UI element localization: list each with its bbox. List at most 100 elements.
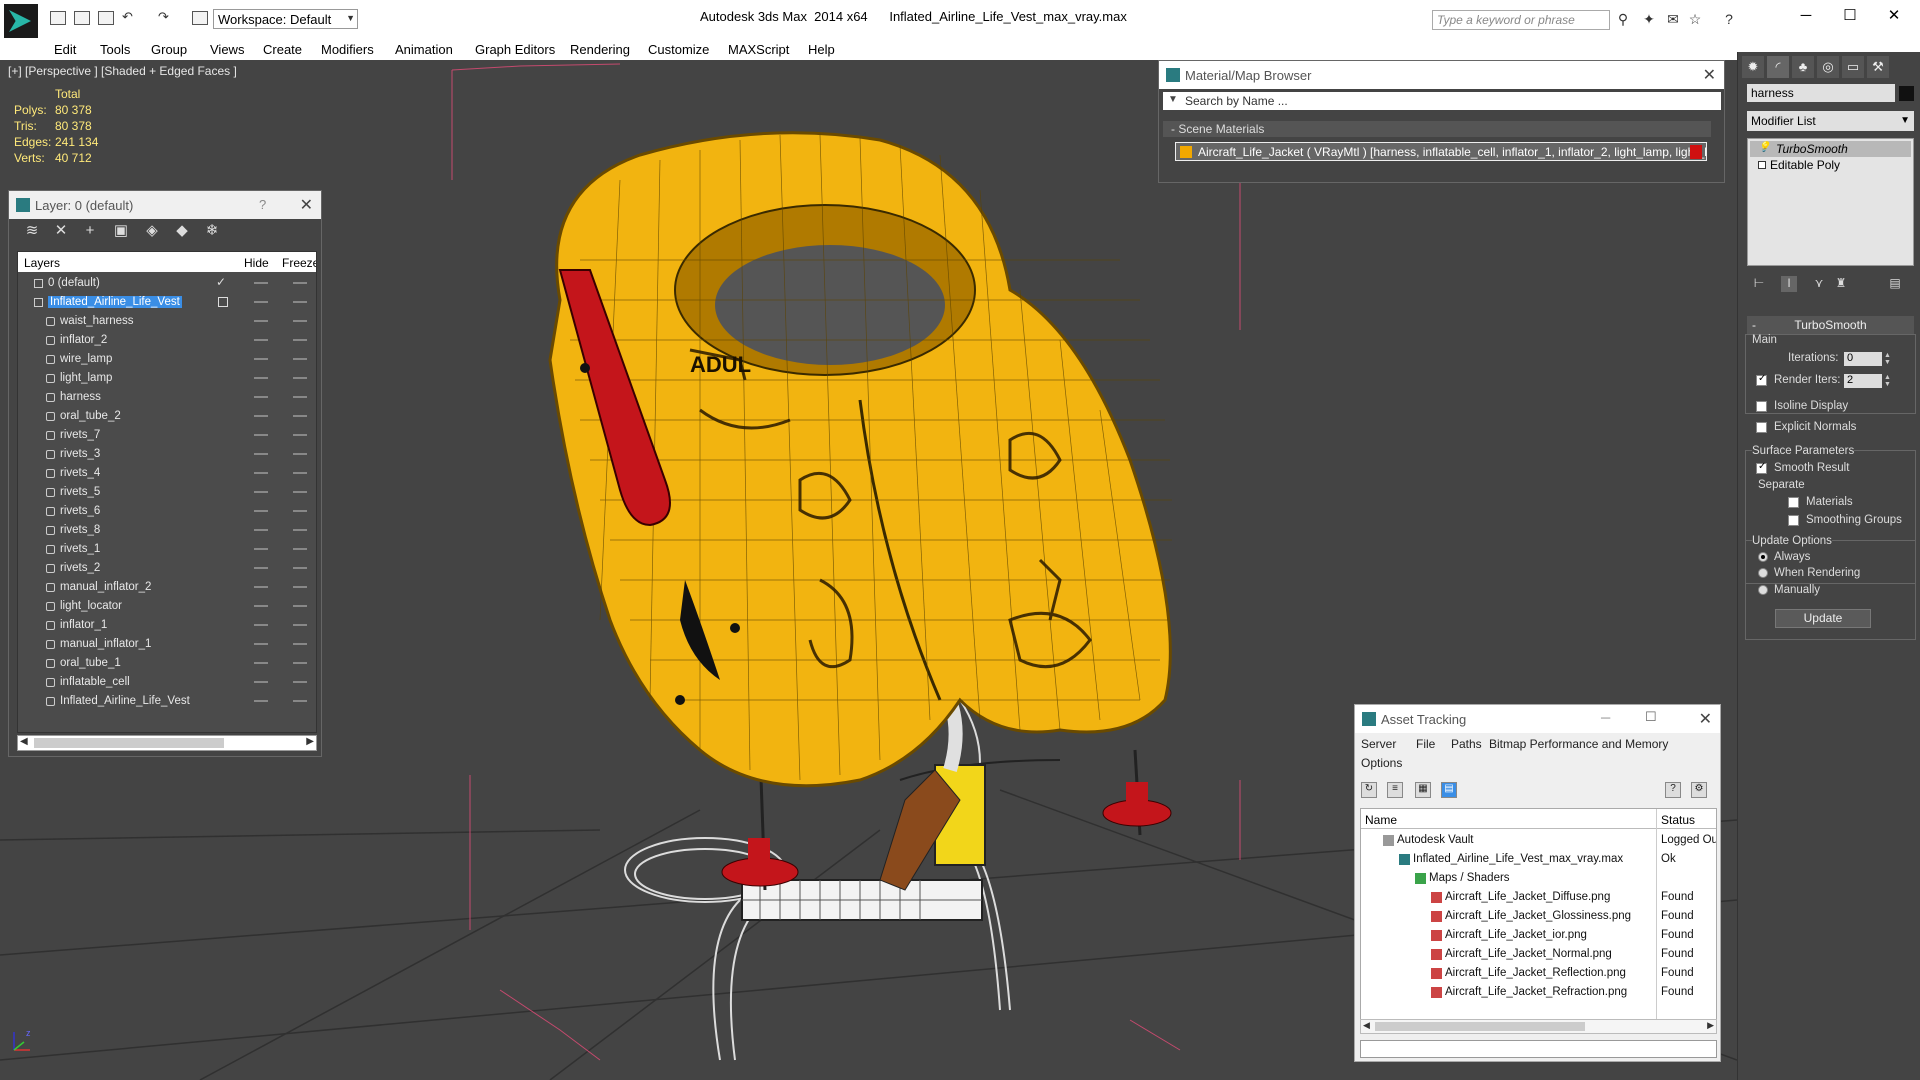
hide-toggle[interactable] [254, 586, 268, 588]
layer-row[interactable]: 0 (default) ✓ [18, 274, 316, 293]
freeze-toggle[interactable] [293, 377, 307, 379]
hide-toggle[interactable] [254, 301, 268, 303]
show-end-result-icon[interactable]: I [1781, 276, 1797, 292]
asset-row[interactable]: Maps / Shaders [1361, 869, 1716, 888]
modifier-list-dropdown[interactable]: Modifier List ▼ [1747, 111, 1914, 131]
stack-item-turbosmooth[interactable]: 💡 TurboSmooth [1750, 141, 1911, 157]
asset-row[interactable]: Inflated_Airline_Life_Vest_max_vray.max O… [1361, 850, 1716, 869]
hide-toggle[interactable] [254, 529, 268, 531]
redo-icon[interactable]: ↷ [158, 10, 174, 25]
column-status[interactable]: Status [1661, 813, 1695, 827]
layer-row[interactable]: waist_harness [18, 312, 316, 331]
configure-sets-icon[interactable]: ▤ [1887, 276, 1903, 292]
spinner-arrows-icon[interactable]: ▲ ▼ [1884, 352, 1892, 366]
menu-help[interactable]: Help [808, 42, 835, 57]
material-item[interactable]: Aircraft_Life_Jacket ( VRayMtl ) [harnes… [1175, 142, 1707, 161]
menu-customize[interactable]: Customize [648, 42, 709, 57]
freeze-toggle[interactable] [293, 586, 307, 588]
scroll-thumb[interactable] [1375, 1022, 1585, 1031]
chevron-down-icon[interactable]: ▼ [1168, 94, 1178, 105]
hide-toggle[interactable] [254, 567, 268, 569]
save-file-icon[interactable] [98, 11, 114, 25]
freeze-layers-icon[interactable]: ❄ [203, 222, 221, 240]
column-hide[interactable]: Hide [244, 256, 269, 270]
layer-row[interactable]: inflator_2 [18, 331, 316, 350]
table-view-icon[interactable]: ▤ [1441, 782, 1457, 798]
material-browser-titlebar[interactable]: Material/Map Browser ✕ [1159, 61, 1724, 89]
asset-menu-paths[interactable]: Paths [1451, 737, 1482, 751]
minimize-button[interactable]: ─ [1792, 4, 1820, 28]
freeze-toggle[interactable] [293, 662, 307, 664]
make-unique-icon[interactable]: ⋎ [1811, 276, 1827, 292]
hide-toggle[interactable] [254, 377, 268, 379]
asset-row[interactable]: Aircraft_Life_Jacket_Diffuse.png Found [1361, 888, 1716, 907]
lightbulb-icon[interactable]: 💡 [1758, 142, 1770, 153]
undo-icon[interactable]: ↶ [122, 10, 138, 25]
asset-path-field[interactable] [1360, 1040, 1717, 1058]
hide-toggle[interactable] [254, 415, 268, 417]
object-name-field[interactable]: harness [1747, 84, 1895, 102]
hide-toggle[interactable] [254, 396, 268, 398]
layer-row[interactable]: rivets_8 [18, 521, 316, 540]
layer-row[interactable]: rivets_1 [18, 540, 316, 559]
hide-toggle[interactable] [254, 282, 268, 284]
menu-tools[interactable]: Tools [100, 42, 130, 57]
freeze-toggle[interactable] [293, 510, 307, 512]
asset-menu-bitmap[interactable]: Bitmap Performance and Memory [1489, 737, 1668, 751]
column-name[interactable]: Name [1365, 813, 1397, 827]
freeze-toggle[interactable] [293, 681, 307, 683]
hide-toggle[interactable] [254, 472, 268, 474]
freeze-toggle[interactable] [293, 320, 307, 322]
menu-rendering[interactable]: Rendering [570, 42, 630, 57]
layer-row[interactable]: inflator_1 [18, 616, 316, 635]
smooth-result-checkbox[interactable] [1756, 461, 1767, 474]
asset-row[interactable]: Aircraft_Life_Jacket_ior.png Found [1361, 926, 1716, 945]
hide-toggle[interactable] [254, 548, 268, 550]
freeze-toggle[interactable] [293, 282, 307, 284]
modify-tab-icon[interactable]: ◜ [1767, 56, 1789, 78]
hide-toggle[interactable] [254, 700, 268, 702]
layers-stack-icon[interactable]: ≋ [23, 222, 41, 240]
freeze-toggle[interactable] [293, 396, 307, 398]
hide-toggle[interactable] [254, 434, 268, 436]
smoothing-groups-checkbox[interactable] [1788, 515, 1799, 526]
layer-row[interactable]: manual_inflator_1 [18, 635, 316, 654]
motion-tab-icon[interactable]: ◎ [1817, 56, 1839, 78]
scroll-right-icon[interactable]: ▶ [306, 736, 314, 747]
asset-row[interactable]: Aircraft_Life_Jacket_Normal.png Found [1361, 945, 1716, 964]
asset-row[interactable]: Autodesk Vault Logged Ou [1361, 831, 1716, 850]
asset-menu-server[interactable]: Server [1361, 737, 1396, 751]
hide-toggle[interactable] [254, 643, 268, 645]
list-view-icon[interactable]: ≡ [1387, 782, 1403, 798]
freeze-toggle[interactable] [293, 624, 307, 626]
material-search-input[interactable]: ▼ Search by Name ... [1163, 92, 1721, 110]
refresh-icon[interactable]: ↻ [1361, 782, 1377, 798]
add-to-layer-icon[interactable] [218, 297, 228, 307]
new-file-icon[interactable] [50, 11, 66, 25]
column-layers[interactable]: Layers [24, 256, 60, 270]
render-iters-spinner[interactable]: 2 [1844, 374, 1882, 388]
workspace-dropdown[interactable]: Workspace: Default ▼ [213, 9, 358, 29]
delete-layer-icon[interactable]: ✕ [52, 222, 70, 240]
minimize-button[interactable]: ─ [1601, 710, 1610, 725]
menu-group[interactable]: Group [151, 42, 187, 57]
layer-row[interactable]: inflatable_cell [18, 673, 316, 692]
search-input[interactable]: Type a keyword or phrase [1432, 10, 1610, 30]
help-button[interactable]: ? [259, 197, 266, 212]
asset-row[interactable]: Aircraft_Life_Jacket_Glossiness.png Found [1361, 907, 1716, 926]
freeze-toggle[interactable] [293, 339, 307, 341]
favorites-star-icon[interactable]: ☆ [1686, 11, 1704, 27]
layer-row[interactable]: rivets_3 [18, 445, 316, 464]
hide-toggle[interactable] [254, 624, 268, 626]
asset-row[interactable]: Aircraft_Life_Jacket_Refraction.png Found [1361, 983, 1716, 1002]
layer-row[interactable]: rivets_6 [18, 502, 316, 521]
asset-menu-file[interactable]: File [1416, 737, 1435, 751]
layer-row[interactable]: harness [18, 388, 316, 407]
maximize-button[interactable]: ☐ [1836, 4, 1864, 28]
menu-edit[interactable]: Edit [54, 42, 76, 57]
hide-toggle[interactable] [254, 320, 268, 322]
freeze-toggle[interactable] [293, 415, 307, 417]
freeze-toggle[interactable] [293, 453, 307, 455]
add-layer-icon[interactable]: + [81, 222, 99, 240]
layer-row[interactable]: wire_lamp [18, 350, 316, 369]
